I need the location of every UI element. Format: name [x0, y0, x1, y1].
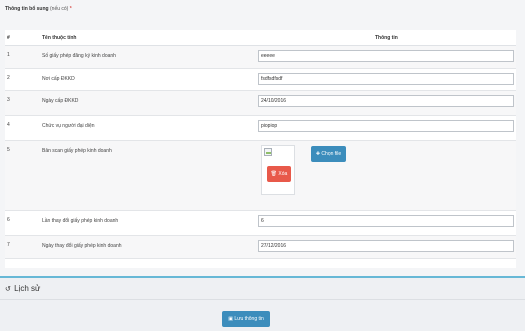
table-header: # Tên thuộc tính Thông tin	[5, 30, 516, 46]
history-heading: ↺ Lịch sử	[5, 284, 40, 293]
header-name: Tên thuộc tính	[42, 35, 77, 41]
row-label: Số giấy phép đăng ký kinh doanh	[42, 53, 116, 59]
license-change-count-input[interactable]	[258, 215, 514, 227]
representative-position-input[interactable]	[258, 120, 514, 132]
row-label: Bản scan giấy phép kinh doanh	[42, 148, 112, 154]
row-label: Lần thay đổi giấy phép kinh doanh	[42, 218, 119, 224]
section-note: (nếu có)	[50, 6, 69, 12]
row-label: Ngày thay đổi giấy phép kinh doanh	[42, 243, 122, 249]
row-label: Ngày cấp ĐKKD	[42, 98, 79, 104]
trash-icon: 🗑	[270, 171, 278, 177]
section-title: Thông tin bổ sung (nếu có) *	[5, 6, 72, 12]
row-number: 5	[7, 147, 10, 153]
history-icon: ↺	[5, 286, 11, 293]
choose-file-label: Chọn file	[321, 151, 342, 157]
row-number: 3	[7, 97, 10, 103]
section-divider	[0, 276, 525, 278]
table-row: 6 Lần thay đổi giấy phép kinh doanh	[5, 211, 516, 236]
table-row: 2 Nơi cấp ĐKKD	[5, 69, 516, 91]
license-change-date-input[interactable]	[258, 240, 514, 252]
issued-place-input[interactable]	[258, 73, 514, 85]
plus-icon: ✚	[315, 151, 321, 157]
attributes-table: # Tên thuộc tính Thông tin 1 Số giấy phé…	[5, 30, 516, 268]
save-label: Lưu thông tin	[234, 316, 264, 322]
required-mark: *	[69, 6, 72, 12]
issued-date-input[interactable]	[258, 95, 514, 107]
table-row: 5 Bản scan giấy phép kinh doanh 🗑 Xóa ✚ …	[5, 141, 516, 211]
table-row: 3 Ngày cấp ĐKKD	[5, 91, 516, 116]
row-number: 4	[7, 122, 10, 128]
additional-info-panel: Thông tin bổ sung (nếu có) * # Tên thuộc…	[0, 0, 525, 276]
delete-label: Xóa	[278, 171, 288, 177]
save-button[interactable]: ▣ Lưu thông tin	[222, 311, 270, 327]
section-title-text: Thông tin bổ sung	[5, 6, 49, 12]
delete-file-button[interactable]: 🗑 Xóa	[267, 166, 291, 182]
row-number: 1	[7, 52, 10, 58]
table-row: 4 Chức vụ người đại diện	[5, 116, 516, 141]
row-label: Chức vụ người đại diện	[42, 123, 95, 129]
save-icon: ▣	[228, 316, 233, 322]
business-license-number-input[interactable]	[258, 50, 514, 62]
table-row: 1 Số giấy phép đăng ký kinh doanh	[5, 46, 516, 69]
header-info: Thông tin	[375, 35, 398, 41]
table-row: 7 Ngày thay đổi giấy phép kinh doanh	[5, 236, 516, 259]
row-number: 7	[7, 242, 10, 248]
row-number: 2	[7, 75, 10, 81]
history-divider	[0, 299, 525, 300]
row-label: Nơi cấp ĐKKD	[42, 76, 75, 82]
row-number: 6	[7, 217, 10, 223]
header-no: #	[7, 35, 10, 41]
history-title: Lịch sử	[14, 284, 41, 293]
broken-image-icon	[264, 148, 272, 156]
scan-preview: 🗑 Xóa	[261, 145, 295, 195]
choose-file-button[interactable]: ✚ Chọn file	[311, 146, 346, 162]
